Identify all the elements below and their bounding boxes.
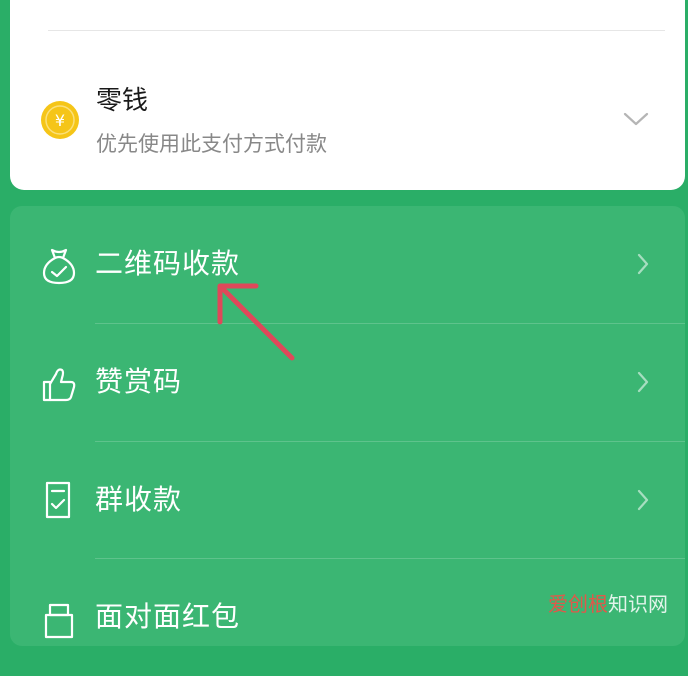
menu-item-label: 赞赏码 <box>95 365 183 398</box>
menu-item-face-to-face-red-packet[interactable]: 面对面红包 <box>10 559 685 676</box>
coin-symbol: ¥ <box>55 111 65 130</box>
menu-item-qr-collect[interactable]: 二维码收款 <box>10 206 685 323</box>
menu-item-group-collect[interactable]: 群收款 <box>10 442 685 559</box>
red-packet-icon <box>40 599 78 643</box>
payment-method-subtitle: 优先使用此支付方式付款 <box>96 132 327 156</box>
collect-menu: 二维码收款 赞赏码 群收款 面对面红包 <box>10 206 685 646</box>
watermark-suffix: 知识网 <box>608 592 668 616</box>
chevron-right-icon <box>636 252 650 280</box>
payment-method-row[interactable] <box>0 60 675 190</box>
annotation-arrow-icon <box>210 276 300 370</box>
watermark: 爱创根知识网 <box>548 592 668 616</box>
menu-item-label: 群收款 <box>95 483 183 516</box>
money-bag-icon <box>40 246 78 290</box>
chevron-right-icon <box>636 370 650 398</box>
chevron-right-icon <box>636 488 650 516</box>
thumbs-up-icon <box>40 364 78 408</box>
group-bill-icon <box>40 480 76 524</box>
chevron-down-icon[interactable] <box>622 110 650 132</box>
divider <box>48 30 665 31</box>
menu-item-label: 面对面红包 <box>95 600 241 633</box>
coin-yuan-icon: ¥ <box>40 100 80 144</box>
payment-method-title: 零钱 <box>96 86 149 116</box>
menu-item-appreciation-code[interactable]: 赞赏码 <box>10 324 685 441</box>
watermark-brand: 爱创根 <box>548 592 608 616</box>
